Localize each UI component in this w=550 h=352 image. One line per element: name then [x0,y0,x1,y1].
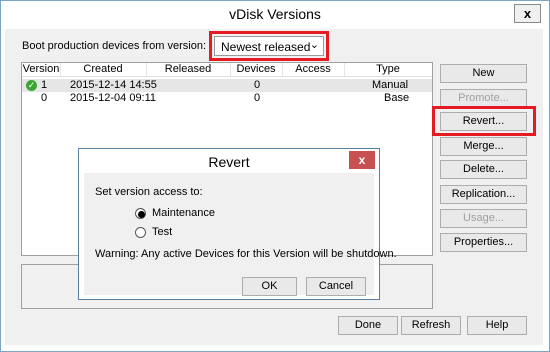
cell-version: 0 [41,92,48,104]
cell-devices: 0 [254,92,261,104]
window-title: vDisk Versions [229,6,321,22]
shutdown-warning: Warning: Any active Devices for this Ver… [95,248,397,260]
new-button[interactable]: New [440,64,527,83]
title-bar: vDisk Versions x [1,1,549,29]
table-header: Version Created Released Devices Access … [22,63,432,77]
cell-version: 1 [41,79,48,91]
access-prompt: Set version access to: [95,186,203,198]
column-header-access[interactable]: Access [282,63,345,77]
done-button[interactable]: Done [338,316,398,335]
table-row[interactable]: ✓ 1 2015-12-14 14:55 0 Manual [22,79,432,92]
chevron-down-icon: ⌄ [309,39,319,51]
merge-button[interactable]: Merge... [440,137,527,156]
column-header-released[interactable]: Released [146,63,231,77]
cell-created: 2015-12-04 09:11 [70,92,157,104]
dialog-title-bar: Revert x [79,149,379,173]
table-row[interactable]: 0 2015-12-04 09:11 0 Base [22,92,432,105]
delete-button[interactable]: Delete... [440,160,527,179]
properties-button[interactable]: Properties... [440,233,527,252]
dialog-title: Revert [208,154,250,170]
radio-selected-dot [138,211,145,218]
revert-dialog: Revert x Set version access to: Maintena… [78,148,397,300]
ok-button[interactable]: OK [242,277,297,296]
maintenance-label[interactable]: Maintenance [152,207,215,219]
column-header-type[interactable]: Type [344,63,432,77]
revert-button[interactable]: Revert... [440,112,527,131]
column-header-version[interactable]: Version [22,63,61,77]
dialog-body: Set version access to: Maintenance Test … [84,173,397,296]
test-label[interactable]: Test [152,226,172,238]
replication-button[interactable]: Replication... [440,185,527,204]
maintenance-radio[interactable] [135,208,146,219]
check-icon: ✓ [26,80,37,91]
cell-type: Base [384,92,410,104]
cell-created: 2015-12-14 14:55 [70,79,157,91]
dialog-close-button[interactable]: x [349,151,375,169]
boot-version-label: Boot production devices from version: [22,40,207,52]
cancel-button[interactable]: Cancel [306,277,366,296]
column-header-devices[interactable]: Devices [230,63,283,77]
close-button[interactable]: x [514,4,541,23]
help-button[interactable]: Help [467,316,527,335]
boot-version-select[interactable]: Newest released ⌄ [214,36,324,56]
test-radio[interactable] [135,227,146,238]
boot-version-value: Newest released [221,40,311,54]
cell-type: Manual [372,79,409,91]
column-header-created[interactable]: Created [60,63,147,77]
cell-devices: 0 [254,79,261,91]
refresh-button[interactable]: Refresh [401,316,461,335]
usage-button[interactable]: Usage... [440,209,527,228]
